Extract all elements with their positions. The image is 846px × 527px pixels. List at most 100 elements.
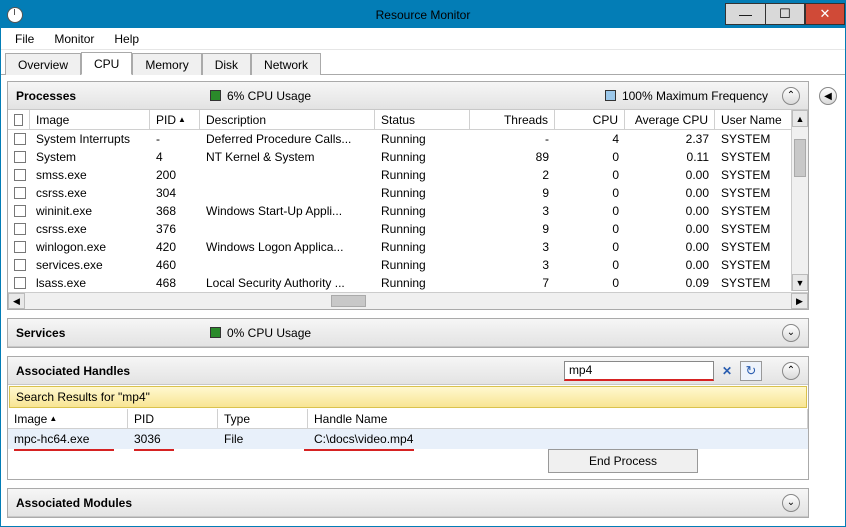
modules-panel: Associated Modules ⌄: [7, 488, 809, 518]
proc-avg: 0.00: [625, 185, 715, 201]
row-checkbox[interactable]: [8, 132, 30, 146]
tab-network[interactable]: Network: [251, 53, 321, 75]
tabstrip: Overview CPU Memory Disk Network: [1, 50, 845, 75]
row-checkbox[interactable]: [8, 258, 30, 272]
proc-user: SYSTEM: [715, 167, 795, 183]
tab-overview[interactable]: Overview: [5, 53, 81, 75]
search-refresh-button[interactable]: ↻: [740, 361, 762, 381]
proc-pid: -: [150, 131, 200, 147]
end-process-button[interactable]: End Process: [548, 449, 698, 473]
row-checkbox[interactable]: [8, 222, 30, 236]
handles-collapse-button[interactable]: ⌃: [782, 362, 800, 380]
proc-avg: 0.00: [625, 257, 715, 273]
maximize-button[interactable]: ☐: [765, 3, 805, 25]
proc-status: Running: [375, 239, 470, 255]
row-checkbox[interactable]: [8, 186, 30, 200]
row-checkbox[interactable]: [8, 168, 30, 182]
modules-expand-button[interactable]: ⌄: [782, 494, 800, 512]
vscroll-thumb[interactable]: [794, 139, 806, 177]
proc-desc: Windows Start-Up Appli...: [200, 203, 375, 219]
scroll-right-button[interactable]: ▶: [791, 293, 808, 309]
services-expand-button[interactable]: ⌄: [782, 324, 800, 342]
modules-header[interactable]: Associated Modules ⌄: [8, 489, 808, 517]
proc-user: SYSTEM: [715, 131, 795, 147]
proc-avg: 0.00: [625, 221, 715, 237]
menu-file[interactable]: File: [7, 30, 42, 48]
process-row[interactable]: System4NT Kernel & SystemRunning8900.11S…: [8, 148, 808, 166]
proc-user: SYSTEM: [715, 275, 795, 291]
tab-disk[interactable]: Disk: [202, 53, 251, 75]
processes-title: Processes: [16, 89, 196, 103]
processes-hscrollbar[interactable]: ◀ ▶: [8, 292, 808, 309]
process-row[interactable]: csrss.exe376Running900.00SYSTEM: [8, 220, 808, 238]
processes-vscrollbar[interactable]: ▲ ▼: [791, 110, 808, 291]
handles-header[interactable]: Associated Handles ✕ ↻ ⌃: [8, 357, 808, 385]
process-row[interactable]: services.exe460Running300.00SYSTEM: [8, 256, 808, 274]
proc-pid: 376: [150, 221, 200, 237]
window-title: Resource Monitor: [376, 8, 471, 22]
proc-cpu: 0: [555, 221, 625, 237]
proc-desc: Local Security Authority ...: [200, 275, 375, 291]
search-clear-button[interactable]: ✕: [718, 364, 736, 378]
proc-user: SYSTEM: [715, 257, 795, 273]
process-row[interactable]: csrss.exe304Running900.00SYSTEM: [8, 184, 808, 202]
col-threads[interactable]: Threads: [470, 110, 555, 129]
close-button[interactable]: ✕: [805, 3, 845, 25]
proc-pid: 200: [150, 167, 200, 183]
side-column: ◀: [817, 81, 839, 520]
process-row[interactable]: lsass.exe468Local Security Authority ...…: [8, 274, 808, 292]
hcol-handle-name[interactable]: Handle Name: [308, 409, 808, 428]
hscroll-thumb[interactable]: [331, 295, 366, 307]
side-expand-button[interactable]: ◀: [819, 87, 837, 105]
process-row[interactable]: System Interrupts-Deferred Procedure Cal…: [8, 130, 808, 148]
hcol-pid[interactable]: PID: [128, 409, 218, 428]
col-checkbox[interactable]: [8, 110, 30, 129]
process-row[interactable]: smss.exe200Running200.00SYSTEM: [8, 166, 808, 184]
proc-image: System: [30, 149, 150, 165]
row-checkbox[interactable]: [8, 240, 30, 254]
col-cpu[interactable]: CPU: [555, 110, 625, 129]
col-image[interactable]: Image: [30, 110, 150, 129]
resource-monitor-window: Resource Monitor — ☐ ✕ File Monitor Help…: [0, 0, 846, 527]
hcol-type[interactable]: Type: [218, 409, 308, 428]
menu-monitor[interactable]: Monitor: [46, 30, 102, 48]
processes-columns: Image PID▲ Description Status Threads CP…: [8, 110, 808, 130]
scroll-left-button[interactable]: ◀: [8, 293, 25, 309]
handles-rows: mpc-hc64.exe 3036 File C:\docs\video.mp4: [8, 429, 808, 451]
proc-status: Running: [375, 149, 470, 165]
titlebar[interactable]: Resource Monitor — ☐ ✕: [1, 1, 845, 28]
proc-pid: 304: [150, 185, 200, 201]
menu-help[interactable]: Help: [106, 30, 147, 48]
hcol-image[interactable]: Image▲: [8, 409, 128, 428]
col-status[interactable]: Status: [375, 110, 470, 129]
proc-desc: NT Kernel & System: [200, 149, 375, 165]
proc-user: SYSTEM: [715, 149, 795, 165]
scroll-up-button[interactable]: ▲: [792, 110, 808, 127]
processes-header[interactable]: Processes 6% CPU Usage 100% Maximum Freq…: [8, 82, 808, 110]
col-user[interactable]: User Name: [715, 110, 795, 129]
process-row[interactable]: wininit.exe368Windows Start-Up Appli...R…: [8, 202, 808, 220]
tab-cpu[interactable]: CPU: [81, 52, 132, 75]
process-row[interactable]: winlogon.exe420Windows Logon Applica...R…: [8, 238, 808, 256]
row-checkbox[interactable]: [8, 276, 30, 290]
proc-threads: 3: [470, 203, 555, 219]
handle-row[interactable]: mpc-hc64.exe 3036 File C:\docs\video.mp4: [8, 429, 808, 449]
processes-collapse-button[interactable]: ⌃: [782, 87, 800, 105]
row-checkbox[interactable]: [8, 204, 30, 218]
scroll-down-button[interactable]: ▼: [792, 274, 808, 291]
proc-pid: 460: [150, 257, 200, 273]
proc-cpu: 4: [555, 131, 625, 147]
col-description[interactable]: Description: [200, 110, 375, 129]
proc-user: SYSTEM: [715, 221, 795, 237]
row-checkbox[interactable]: [8, 150, 30, 164]
proc-desc: [200, 192, 375, 194]
handles-search-input[interactable]: [564, 361, 714, 381]
services-header[interactable]: Services 0% CPU Usage ⌄: [8, 319, 808, 347]
minimize-button[interactable]: —: [725, 3, 765, 25]
sort-asc-icon: ▲: [49, 414, 57, 423]
col-pid[interactable]: PID▲: [150, 110, 200, 129]
tab-memory[interactable]: Memory: [132, 53, 201, 75]
handle-pid: 3036: [128, 430, 218, 448]
proc-user: SYSTEM: [715, 203, 795, 219]
col-avg-cpu[interactable]: Average CPU: [625, 110, 715, 129]
